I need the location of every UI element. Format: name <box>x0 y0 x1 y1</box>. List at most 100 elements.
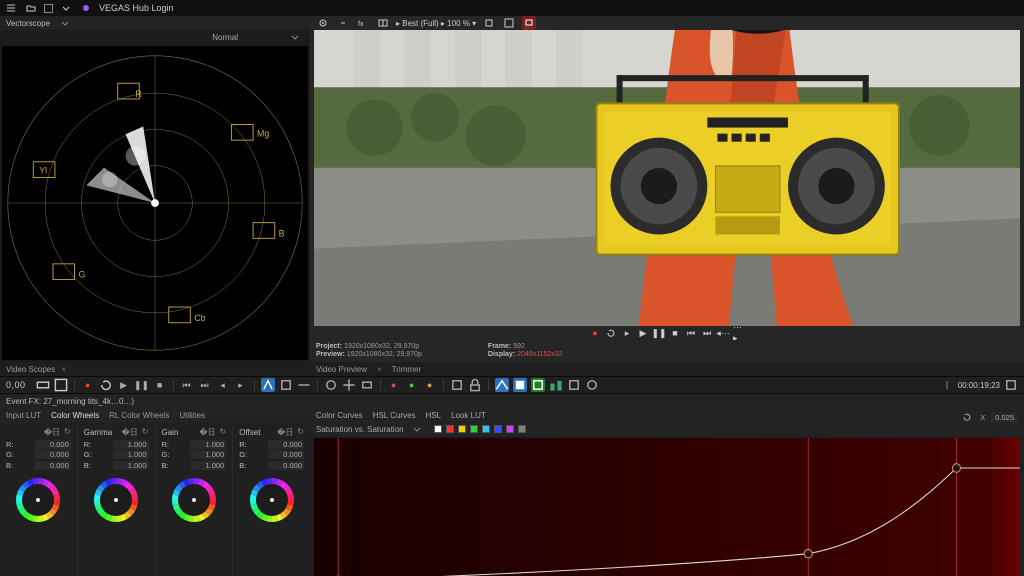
record-button[interactable]: ● <box>589 327 601 339</box>
stop-button[interactable]: ■ <box>669 327 681 339</box>
reset-icon[interactable] <box>960 410 974 424</box>
color-swatch[interactable] <box>434 425 442 433</box>
fx-icon[interactable]: fx <box>356 16 370 30</box>
tab-input-lut[interactable]: Input LUT <box>6 411 41 420</box>
go-start-button[interactable]: ⏮ <box>180 378 194 392</box>
hamburger-icon[interactable] <box>4 1 18 15</box>
tool-button[interactable] <box>297 378 311 392</box>
r-value[interactable]: 0.000 <box>268 440 304 449</box>
color-wheel[interactable] <box>170 476 218 524</box>
color-wheel[interactable] <box>14 476 62 524</box>
tab-color-curves[interactable]: Color Curves <box>316 411 363 420</box>
color-swatch[interactable] <box>458 425 466 433</box>
stop-button[interactable]: ■ <box>153 378 167 392</box>
g-value[interactable]: 0.000 <box>35 450 71 459</box>
next-frame-button[interactable]: ⋯▸ <box>733 327 745 339</box>
readout-value[interactable]: 0.025 <box>991 413 1018 422</box>
curves-graph[interactable] <box>314 438 1020 576</box>
play-button[interactable]: ▶ <box>637 327 649 339</box>
tool-button[interactable] <box>513 378 527 392</box>
b-value[interactable]: 1.000 <box>190 461 226 470</box>
magic-icon[interactable] <box>79 1 93 15</box>
tool-button[interactable] <box>1004 378 1018 392</box>
color-swatch[interactable] <box>494 425 502 433</box>
timecode-left[interactable]: 0,00 <box>6 380 26 390</box>
folder-icon[interactable] <box>24 1 38 15</box>
tab-rl-color-wheels[interactable]: RL Color Wheels <box>109 411 169 420</box>
reset-icon[interactable]: �日 <box>122 427 138 438</box>
tab-hsl-curves[interactable]: HSL Curves <box>373 411 416 420</box>
go-end-button[interactable]: ⏭ <box>198 378 212 392</box>
loop-button[interactable] <box>605 327 617 339</box>
tool-button[interactable] <box>342 378 356 392</box>
tool-button[interactable]: ● <box>405 378 419 392</box>
tool-button[interactable]: ● <box>387 378 401 392</box>
video-preview-tab[interactable]: Video Preview <box>316 365 367 374</box>
color-swatch[interactable] <box>482 425 490 433</box>
close-icon[interactable]: × <box>377 365 382 374</box>
preview-quality[interactable]: ▸ Best (Full) ▸ 100 % ▾ <box>396 19 476 28</box>
color-swatch[interactable] <box>518 425 526 433</box>
chevron-down-icon[interactable] <box>410 422 424 436</box>
link-icon[interactable] <box>336 16 350 30</box>
g-value[interactable]: 1.000 <box>113 450 149 459</box>
color-wheel[interactable] <box>248 476 296 524</box>
color-swatch[interactable] <box>506 425 514 433</box>
marker-icon[interactable] <box>940 378 954 392</box>
tool-button[interactable] <box>495 378 509 392</box>
go-start-button[interactable]: ⏮ <box>685 327 697 339</box>
play-button[interactable]: ▶ <box>117 378 131 392</box>
overlay-icon[interactable] <box>482 16 496 30</box>
b-value[interactable]: 1.000 <box>113 461 149 470</box>
external-preview-icon[interactable] <box>522 16 536 30</box>
r-value[interactable]: 0.000 <box>35 440 71 449</box>
link-icon[interactable]: ↻ <box>297 427 304 438</box>
color-wheel[interactable] <box>92 476 140 524</box>
split-icon[interactable] <box>376 16 390 30</box>
pause-button[interactable]: ❚❚ <box>135 378 149 392</box>
reset-icon[interactable]: �日 <box>199 427 215 438</box>
tab-hsl[interactable]: HSL <box>426 411 442 420</box>
b-value[interactable]: 0.000 <box>35 461 71 470</box>
reset-icon[interactable]: �日 <box>44 427 60 438</box>
chevron-down-icon[interactable] <box>288 30 302 44</box>
chevron-down-icon[interactable] <box>59 1 73 15</box>
curves-mode[interactable]: Saturation vs. Saturation <box>316 425 404 434</box>
vectorscope-tab[interactable]: Vectorscope <box>6 19 50 28</box>
loop-button[interactable] <box>99 378 113 392</box>
record-button[interactable]: ● <box>81 378 95 392</box>
prev-button[interactable]: ◂ <box>216 378 230 392</box>
scopes-tab[interactable]: Video Scopes <box>6 365 55 374</box>
timecode-right[interactable]: 00:00:19;23 <box>958 381 1000 390</box>
r-value[interactable]: 1.000 <box>113 440 149 449</box>
link-icon[interactable]: ↻ <box>220 427 227 438</box>
play-start-button[interactable]: ▸ <box>621 327 633 339</box>
tool-button[interactable] <box>279 378 293 392</box>
gear-icon[interactable] <box>316 16 330 30</box>
r-value[interactable]: 1.000 <box>190 440 226 449</box>
color-swatch[interactable] <box>446 425 454 433</box>
tool-button[interactable] <box>360 378 374 392</box>
chevron-down-icon[interactable] <box>58 16 72 30</box>
reset-icon[interactable]: �日 <box>277 427 293 438</box>
tool-button[interactable] <box>585 378 599 392</box>
tool-button[interactable] <box>36 378 50 392</box>
safe-area-icon[interactable] <box>502 16 516 30</box>
tool-button[interactable]: ● <box>423 378 437 392</box>
tool-button[interactable] <box>567 378 581 392</box>
go-end-button[interactable]: ⏭ <box>701 327 713 339</box>
tool-button[interactable] <box>324 378 338 392</box>
tool-button[interactable] <box>450 378 464 392</box>
prev-frame-button[interactable]: ◂⋯ <box>717 327 729 339</box>
tab-utilities[interactable]: Utilities <box>179 411 205 420</box>
lock-icon[interactable] <box>468 378 482 392</box>
g-value[interactable]: 0.000 <box>268 450 304 459</box>
color-swatch[interactable] <box>470 425 478 433</box>
g-value[interactable]: 1.000 <box>190 450 226 459</box>
scope-mode[interactable]: Normal <box>212 33 238 42</box>
tool-button[interactable] <box>549 378 563 392</box>
close-icon[interactable]: × <box>61 365 66 374</box>
b-value[interactable]: 0.000 <box>268 461 304 470</box>
tab-color-wheels[interactable]: Color Wheels <box>51 411 99 420</box>
tool-button[interactable] <box>531 378 545 392</box>
